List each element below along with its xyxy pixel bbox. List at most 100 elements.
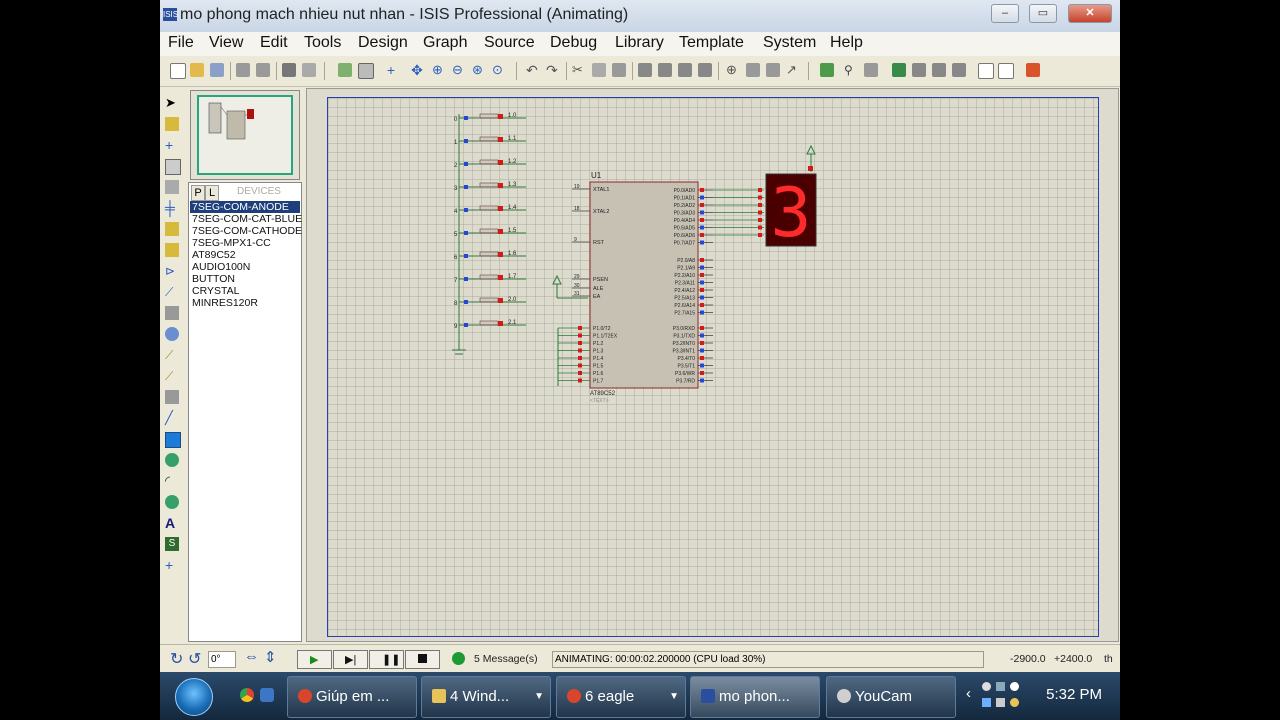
play-button[interactable]: ▶	[297, 650, 332, 669]
zoom-area-icon[interactable]: ⊙	[492, 63, 506, 77]
remove-sheet-icon[interactable]	[932, 63, 946, 77]
design-explorer-icon[interactable]	[892, 63, 906, 77]
text-script-icon[interactable]	[165, 180, 179, 194]
terminals-icon[interactable]	[165, 243, 179, 257]
wire-label-icon[interactable]	[165, 159, 181, 175]
subcircuit-icon[interactable]	[165, 222, 179, 236]
push-button[interactable]: 31.3	[454, 182, 526, 192]
refresh-icon[interactable]	[338, 63, 352, 77]
bom-icon[interactable]	[978, 63, 994, 79]
menu-source[interactable]: Source	[484, 34, 535, 52]
close-button[interactable]: ✕	[1068, 4, 1112, 23]
tray-expand-icon[interactable]: ‹	[966, 685, 971, 702]
exit-to-parent-icon[interactable]	[952, 63, 966, 77]
rotate-ccw-icon[interactable]: ↻	[170, 649, 183, 669]
device-item[interactable]: MINRES120R	[190, 297, 300, 309]
copy-icon[interactable]	[592, 63, 606, 77]
print-icon[interactable]	[282, 63, 296, 77]
block-copy-icon[interactable]	[638, 63, 652, 77]
pinned-app-icon[interactable]	[260, 688, 274, 702]
decompose-icon[interactable]: ↗	[786, 63, 800, 77]
junction-dot-icon[interactable]: +	[165, 138, 179, 152]
menu-design[interactable]: Design	[358, 34, 408, 52]
open-folder-icon[interactable]	[190, 63, 204, 77]
library-manager-tab[interactable]: L	[205, 185, 219, 201]
selection-mode-icon[interactable]: ➤	[165, 96, 179, 110]
virtual-instrument-icon[interactable]	[165, 390, 179, 404]
closed-path-icon[interactable]	[165, 495, 179, 509]
generator-icon[interactable]	[165, 327, 179, 341]
pick-device-icon[interactable]: ⊕	[726, 63, 740, 77]
search-tag-icon[interactable]: ⚲	[844, 63, 858, 77]
stop-button[interactable]	[405, 650, 440, 669]
device-item[interactable]: 7SEG-MPX1-CC	[190, 237, 300, 249]
taskbar-item[interactable]: 6 eagle ▼	[556, 676, 686, 718]
packaging-icon[interactable]	[766, 63, 780, 77]
step-button[interactable]: ▶|	[333, 650, 368, 669]
schematic-sheet[interactable]: 0 1.0 1 1.1 2 1.2 3 1.3 4 1.4 5 1.5 6 1.6 7 1.7 8 2.0 9 2.1…	[327, 97, 1099, 637]
menu-tools[interactable]: Tools	[304, 34, 341, 52]
push-button[interactable]: 11.1	[454, 136, 526, 146]
symbol-icon[interactable]: S	[165, 537, 179, 551]
device-item[interactable]: 7SEG-COM-CAT-BLUE	[190, 213, 302, 225]
overview-window[interactable]	[190, 90, 300, 180]
menu-debug[interactable]: Debug	[550, 34, 597, 52]
taskbar-item[interactable]: YouCam	[826, 676, 956, 718]
device-item[interactable]: AUDIO100N	[190, 261, 300, 273]
box-icon[interactable]	[165, 432, 181, 448]
ares-icon[interactable]	[1026, 63, 1040, 77]
voltage-probe-icon[interactable]: ⟋	[165, 348, 179, 362]
push-button[interactable]: 82.0	[454, 297, 526, 307]
mirror-x-icon[interactable]: ⇔	[244, 648, 259, 665]
device-item[interactable]: 7SEG-COM-CATHODE	[190, 225, 302, 237]
start-button[interactable]	[175, 678, 213, 716]
menu-system[interactable]: System	[763, 34, 816, 52]
push-button[interactable]: 21.2	[454, 159, 526, 169]
taskbar-item[interactable]: 4 Wind... ▼	[421, 676, 551, 718]
property-tool-icon[interactable]	[864, 63, 878, 77]
graph-icon[interactable]: ⟋	[165, 285, 179, 299]
rotation-field[interactable]: 0°	[208, 651, 236, 668]
paste-icon[interactable]	[612, 63, 626, 77]
tray-icon[interactable]	[982, 698, 991, 707]
taskbar-clock[interactable]: 5:32 PM	[1046, 686, 1102, 703]
component-mode-icon[interactable]	[165, 117, 179, 131]
block-rotate-icon[interactable]	[678, 63, 692, 77]
messages-count[interactable]: 5 Message(s)	[474, 653, 538, 665]
import-icon[interactable]	[236, 63, 250, 77]
device-pins-icon[interactable]: ⊳	[165, 264, 179, 278]
grid-icon[interactable]	[358, 63, 374, 79]
push-button[interactable]: 41.4	[454, 205, 526, 215]
make-device-icon[interactable]	[746, 63, 760, 77]
chrome-pinned-icon[interactable]	[240, 688, 254, 702]
tray-icon[interactable]	[982, 682, 991, 691]
origin-icon[interactable]: +	[384, 63, 398, 77]
cut-icon[interactable]: ✂	[572, 63, 586, 77]
current-probe-icon[interactable]: ⟋	[165, 369, 179, 383]
zoom-in-icon[interactable]: ⊕	[432, 63, 446, 77]
menu-file[interactable]: File	[168, 34, 194, 52]
push-button[interactable]: 51.5	[454, 228, 526, 238]
tray-icon[interactable]	[1010, 682, 1019, 691]
device-item[interactable]: CRYSTAL	[190, 285, 300, 297]
mirror-y-icon[interactable]: ⇕	[264, 648, 277, 666]
push-button[interactable]: 01.0	[454, 113, 526, 123]
print-area-icon[interactable]	[302, 63, 316, 77]
marker-icon[interactable]: +	[165, 558, 179, 572]
line-icon[interactable]: ╱	[165, 411, 179, 425]
push-button[interactable]: 92.1	[454, 320, 526, 330]
network-icon[interactable]	[996, 698, 1005, 707]
volume-icon[interactable]	[1010, 698, 1019, 707]
device-item[interactable]: 7SEG-COM-ANODE	[190, 201, 300, 213]
redo-icon[interactable]: ↷	[546, 63, 560, 77]
new-sheet-icon[interactable]	[912, 63, 926, 77]
taskbar-item[interactable]: mo phon...	[690, 676, 820, 718]
editing-window[interactable]: 0 1.0 1 1.1 2 1.2 3 1.3 4 1.4 5 1.5 6 1.6 7 1.7 8 2.0 9 2.1…	[306, 88, 1119, 642]
text-icon[interactable]: A	[165, 516, 179, 530]
tray-icon[interactable]	[996, 682, 1005, 691]
wire-autorouter-icon[interactable]	[820, 63, 834, 77]
device-item[interactable]: BUTTON	[190, 273, 300, 285]
menu-help[interactable]: Help	[830, 34, 863, 52]
menu-edit[interactable]: Edit	[260, 34, 288, 52]
menu-view[interactable]: View	[209, 34, 243, 52]
